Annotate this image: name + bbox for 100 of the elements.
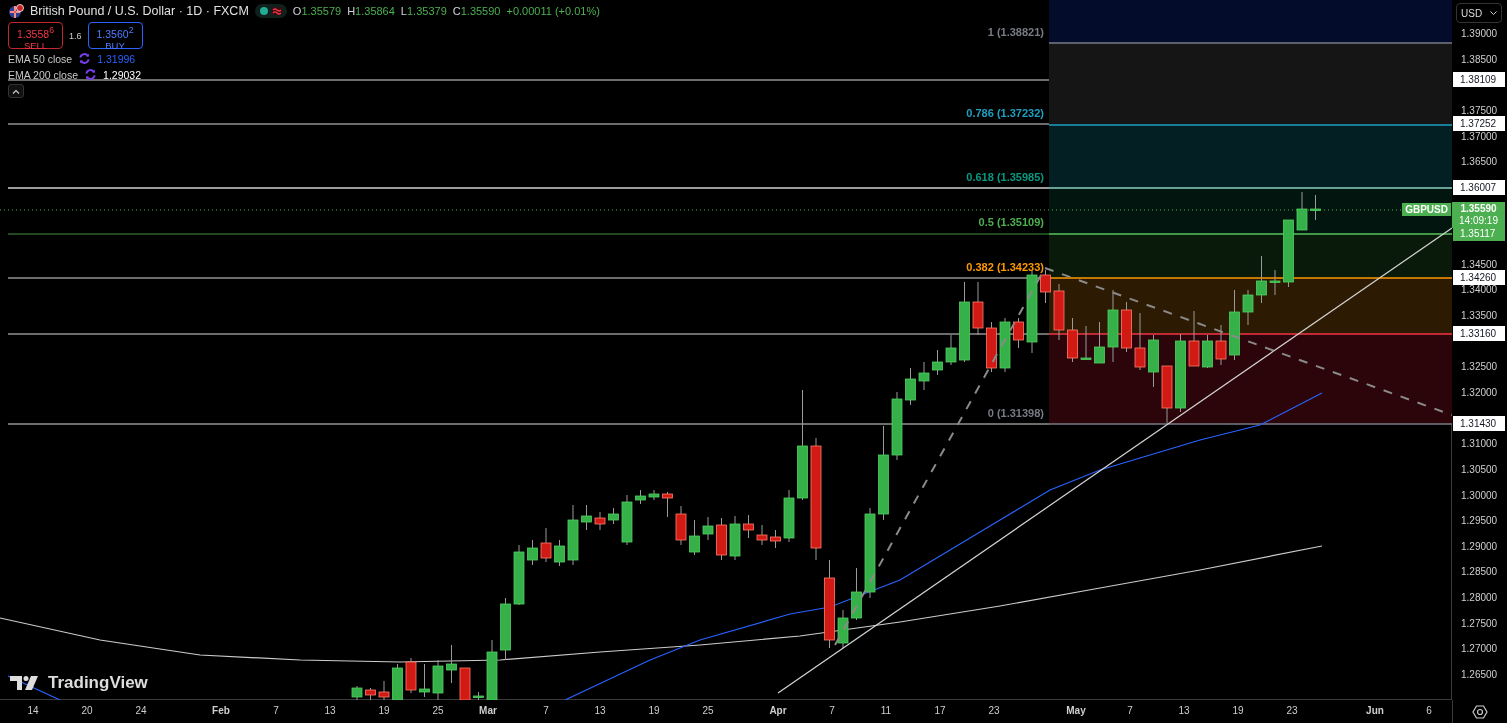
chevron-up-icon <box>12 88 20 94</box>
time-axis-label: 23 <box>1286 705 1298 716</box>
flag-icon <box>8 3 24 19</box>
candlestick <box>783 489 795 543</box>
settings-icon[interactable] <box>1472 703 1488 720</box>
candlestick <box>1013 317 1024 349</box>
candlestick <box>1310 194 1321 221</box>
refresh-icon[interactable] <box>78 52 92 65</box>
candlestick <box>1161 365 1173 424</box>
candlestick <box>365 687 376 700</box>
candlestick <box>486 639 498 700</box>
candlestick <box>972 281 984 336</box>
ohlc-value: L1.35379 <box>400 5 447 17</box>
price-tick-label: 1.27500 <box>1461 617 1498 629</box>
symbol-tag: GBPUSD <box>1402 203 1451 216</box>
candlestick <box>851 567 862 621</box>
candlestick <box>459 667 471 700</box>
price-tick-label: 1.26500 <box>1461 669 1498 680</box>
candlestick <box>608 507 619 525</box>
candlestick <box>594 511 606 531</box>
candlestick <box>513 544 525 606</box>
candlestick <box>621 494 633 546</box>
candlestick <box>905 367 916 406</box>
fib-level-label: 0.786 (1.37232) <box>966 107 1044 119</box>
candlestick <box>432 659 444 700</box>
candlestick <box>675 505 687 546</box>
candlestick <box>689 519 700 556</box>
candlestick <box>392 663 403 700</box>
candlestick <box>770 529 781 549</box>
time-axis-label: 7 <box>543 705 549 716</box>
price-tick-label: 1.30500 <box>1461 463 1498 475</box>
candlestick <box>986 321 997 373</box>
fib-level-label: 0.382 (1.34233) <box>966 261 1044 273</box>
collapse-button[interactable] <box>8 84 24 98</box>
price-tick-label: 1.37000 <box>1461 130 1498 142</box>
currency-dropdown[interactable]: USD <box>1456 3 1502 23</box>
refresh-icon[interactable] <box>84 68 98 81</box>
time-axis-label: Feb <box>212 705 230 716</box>
indicator-name: EMA 50 close <box>8 52 73 65</box>
candlestick <box>729 515 741 561</box>
candlestick <box>1242 289 1254 326</box>
time-axis-label: 20 <box>81 705 93 716</box>
market-open-icon <box>259 7 268 15</box>
candlestick <box>351 685 363 700</box>
candlestick <box>1188 310 1200 367</box>
time-axis-label: 13 <box>1178 705 1190 716</box>
candlestick <box>837 609 849 649</box>
time-axis-label: 6 <box>1426 705 1432 716</box>
indicator-value: 1.29032 <box>103 68 141 81</box>
time-axis-label: 7 <box>1127 705 1133 716</box>
candlestick <box>945 334 957 366</box>
symbol-title: British Pound / U.S. Dollar · 1D · FXCM <box>30 4 249 18</box>
candlestick <box>581 504 592 531</box>
candlestick <box>1148 334 1159 388</box>
price-tick-label: 1.39000 <box>1461 28 1498 39</box>
candlestick <box>1296 191 1308 231</box>
fib-level-label: 0 (1.31398) <box>987 407 1044 419</box>
candlestick <box>446 644 457 684</box>
wave-icon <box>271 7 282 15</box>
candlestick <box>648 489 660 501</box>
ohlc-value: O1.35579 <box>292 5 342 17</box>
indicator-name: EMA 200 close <box>8 68 79 81</box>
candlestick <box>1053 283 1065 341</box>
price-tag: 1.34260 <box>1453 270 1505 285</box>
time-axis-label: 11 <box>880 705 892 716</box>
price-tick-label: 1.37500 <box>1461 104 1498 116</box>
time-axis-label: Jun <box>1366 705 1384 716</box>
time-axis-label: 25 <box>702 705 714 716</box>
time-axis-label: 7 <box>273 705 279 716</box>
candlestick <box>662 491 673 518</box>
candlestick <box>756 524 768 546</box>
time-axis-label: 25 <box>432 705 444 716</box>
ohlc-value: H1.35864 <box>347 5 395 17</box>
bar-countdown: 14:09:19 <box>1459 215 1498 227</box>
candlestick <box>716 517 727 561</box>
price-tick-label: 1.31000 <box>1461 438 1498 450</box>
candlestick <box>419 663 430 698</box>
price-tick-label: 1.27000 <box>1461 643 1498 655</box>
candlestick <box>743 514 754 539</box>
price-tick-label: 1.32500 <box>1461 361 1498 373</box>
price-tag: 1.37252 <box>1453 116 1505 131</box>
candlestick <box>1283 219 1294 288</box>
candlestick <box>1067 317 1078 363</box>
candlestick <box>1215 324 1227 366</box>
price-tick-label: 1.30000 <box>1461 489 1498 501</box>
price-tick-label: 1.29500 <box>1461 515 1498 527</box>
candlestick <box>999 317 1011 373</box>
time-axis-label: 19 <box>648 705 660 716</box>
candlestick <box>1202 334 1213 369</box>
price-tick-label: 1.28500 <box>1461 566 1498 578</box>
time-axis-label: 19 <box>1232 705 1244 716</box>
time-axis-label: Mar <box>479 705 497 716</box>
candlestick <box>540 527 552 563</box>
buy-button[interactable]: 1.3560$^{2}$ BUY <box>87 22 143 49</box>
price-tag: 1.33160 <box>1453 326 1505 341</box>
price-change: +0.00011 (+0.01%) <box>506 5 600 17</box>
time-axis-label: 17 <box>934 705 946 716</box>
sell-button[interactable]: 1.3558$^{6}$ SELL <box>8 22 63 49</box>
price-tag: 1.38109 <box>1453 72 1505 87</box>
candlestick <box>1269 269 1281 296</box>
